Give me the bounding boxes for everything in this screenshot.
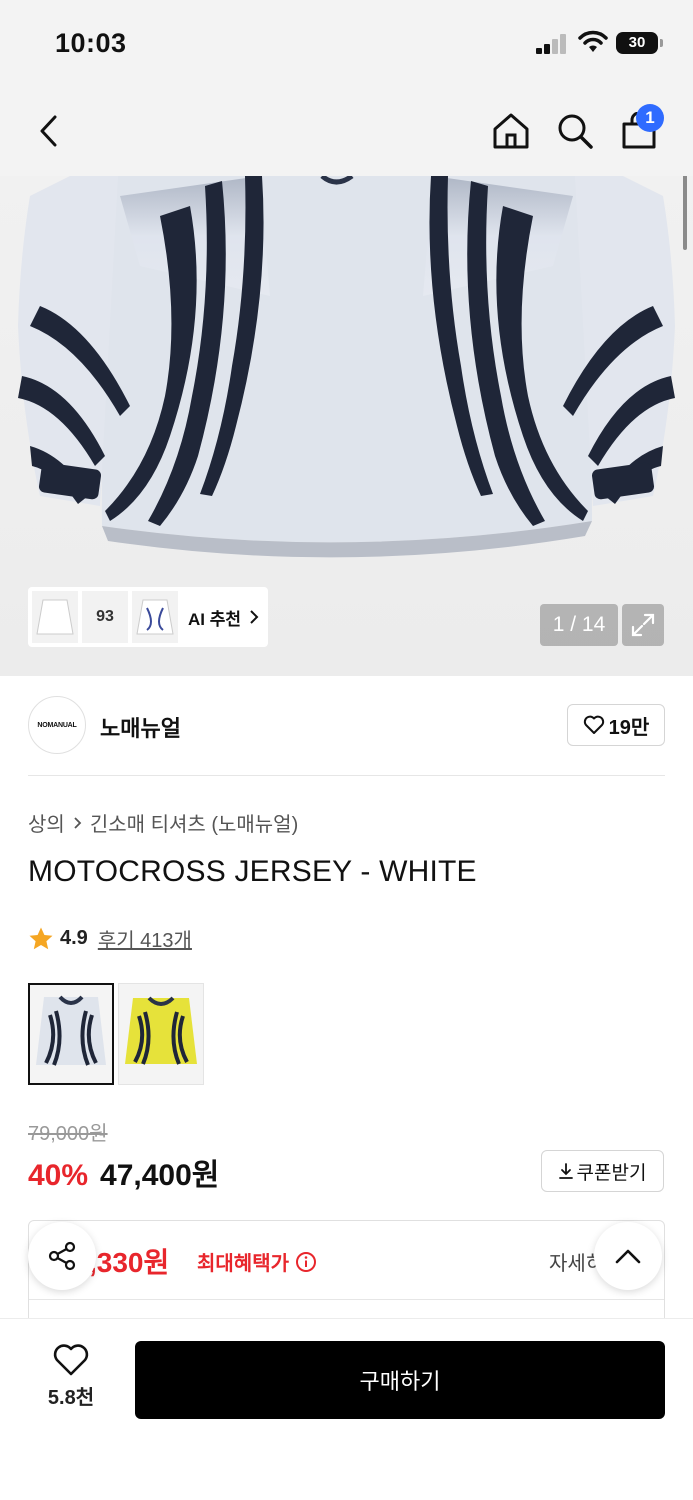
cart-count-badge: 1 xyxy=(636,104,664,132)
top-nav xyxy=(0,88,693,176)
wishlist-count: 5.8천 xyxy=(47,1387,95,1409)
wishlist-button[interactable]: 5.8천 xyxy=(30,1343,112,1419)
buy-button[interactable]: 구매하기 xyxy=(135,1341,665,1419)
ai-thumb-2: 93 xyxy=(82,591,128,643)
search-icon xyxy=(558,114,593,149)
brand-like-count: 19만 xyxy=(608,716,650,739)
ai-recommend-label: AI 추천 xyxy=(188,609,242,629)
product-title: MOTOCROSS JERSEY - WHITE xyxy=(28,855,477,888)
discount-rate: 40% xyxy=(28,1159,89,1192)
back-icon xyxy=(40,115,57,147)
coupon-label: 쿠폰받기 xyxy=(576,1162,647,1184)
sale-price: 47,400원 xyxy=(100,1159,220,1192)
brand-row[interactable]: NOMANUAL 노매뉴얼 19만 xyxy=(28,696,665,756)
price-row: 40% 47,400원 xyxy=(28,1150,219,1194)
scroll-indicator[interactable] xyxy=(683,176,687,250)
rating-score: 4.9 xyxy=(60,927,88,949)
home-button[interactable] xyxy=(486,106,536,156)
divider xyxy=(29,1299,664,1300)
search-button[interactable] xyxy=(550,106,600,156)
breadcrumb-level1[interactable]: 상의 xyxy=(28,808,65,837)
scroll-top-button[interactable] xyxy=(594,1222,662,1290)
rating-row: 4.9 후기 413개 xyxy=(28,924,192,953)
benefit-label: 최대혜택가 xyxy=(197,1247,317,1276)
chevron-up-icon xyxy=(615,1249,641,1264)
heart-icon xyxy=(53,1344,89,1376)
reviews-link[interactable]: 후기 413개 xyxy=(98,924,192,953)
info-icon[interactable] xyxy=(295,1251,317,1273)
ai-recommend-button[interactable]: 93 AI 추천 xyxy=(28,587,268,647)
max-benefit-box[interactable]: ,330원 최대혜택가 자세히 xyxy=(28,1220,665,1330)
ai-thumb-3 xyxy=(132,591,178,643)
share-icon xyxy=(48,1241,76,1271)
back-button[interactable] xyxy=(24,106,74,156)
status-time: 10:03 xyxy=(55,28,127,58)
swatch-white[interactable] xyxy=(28,983,114,1085)
breadcrumb-level2[interactable]: 긴소매 티셔츠 (노매뉴얼) xyxy=(90,808,298,837)
star-icon xyxy=(29,927,53,949)
brand-like-button[interactable]: 19만 xyxy=(567,704,665,746)
signal-icon xyxy=(536,34,568,54)
chevron-right-icon xyxy=(250,610,259,624)
brand-name[interactable]: 노매뉴얼 xyxy=(100,711,181,743)
divider xyxy=(28,775,665,776)
breadcrumb: 상의 긴소매 티셔츠 (노매뉴얼) xyxy=(28,808,298,837)
brand-logo[interactable]: NOMANUAL xyxy=(28,696,86,754)
swatch-yellow[interactable] xyxy=(118,983,204,1085)
heart-icon xyxy=(583,715,604,734)
share-button[interactable] xyxy=(28,1222,96,1290)
original-price: 79,000원 xyxy=(28,1123,108,1145)
wifi-icon xyxy=(578,30,608,54)
chevron-right-icon xyxy=(74,816,82,829)
home-icon xyxy=(493,113,529,149)
expand-icon xyxy=(631,613,655,637)
benefit-label-text: 최대혜택가 xyxy=(197,1253,289,1275)
expand-image-button[interactable] xyxy=(622,604,664,646)
battery-indicator: 30 xyxy=(616,32,663,54)
benefit-detail-link[interactable]: 자세히 xyxy=(549,1247,599,1276)
benefit-price: ,330원 xyxy=(89,1247,170,1278)
color-swatches xyxy=(28,983,204,1085)
download-icon xyxy=(558,1163,573,1179)
image-page-counter: 1 / 14 xyxy=(540,604,618,646)
bottom-action-bar: 5.8천 구매하기 xyxy=(0,1318,693,1500)
status-bar: 10:03 30 xyxy=(0,0,693,88)
ai-thumb-1 xyxy=(32,591,78,643)
coupon-button[interactable]: 쿠폰받기 xyxy=(541,1150,664,1192)
